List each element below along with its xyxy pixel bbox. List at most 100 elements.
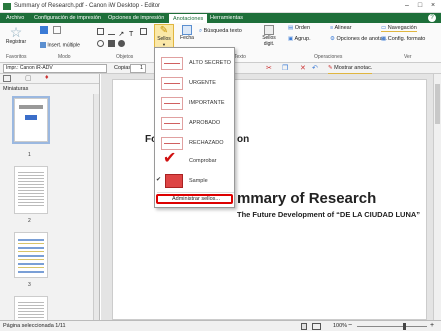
find-text-button[interactable]: ⌕ Búsqueda texto (199, 28, 242, 35)
order-label: Orden (294, 25, 311, 31)
minimize-icon[interactable]: – (400, 1, 414, 11)
status-bar: Página seleccionada 1/11 100% − + (0, 320, 441, 331)
scissors-icon[interactable]: ✂ (266, 64, 272, 72)
tab-herramientas[interactable]: Herramientas (206, 13, 247, 23)
stamp-preview-icon (161, 97, 183, 110)
stamp-item-urgente[interactable]: URGENTE (157, 74, 234, 93)
doc-heading-partial-2: on (237, 134, 250, 145)
printer-select[interactable]: Impr.: Canon iR-ADV (3, 64, 107, 73)
insert-multiple-button[interactable]: Insert. múltiple (40, 42, 80, 48)
stamp-item-label: Comprobar (189, 158, 217, 164)
stamp-item-aprobado[interactable]: APROBADO (157, 114, 234, 133)
stamps-button[interactable]: ✎ Sellos ▼ (154, 24, 174, 48)
delete-icon[interactable]: ✕ (300, 64, 306, 72)
insert-icon (40, 42, 46, 48)
digital-stamps-label: Sellos digit. (262, 35, 276, 47)
register-button[interactable]: ☆ Registrar (4, 25, 28, 45)
register-label: Registrar (5, 39, 27, 45)
fill-circle-icon[interactable] (118, 40, 126, 47)
arrow-icon[interactable]: ↗ (118, 31, 125, 38)
stamp-item-importante[interactable]: IMPORTANTE (157, 94, 234, 113)
zoom-slider-handle[interactable] (403, 323, 406, 330)
date-button[interactable]: Fecha (178, 25, 196, 41)
align-button[interactable]: ≡ Alinear (330, 25, 352, 31)
line-icon[interactable] (107, 28, 115, 35)
sidebar-tabs: ▢ ♦ (0, 74, 99, 84)
tab-anotaciones[interactable]: Anotaciones (168, 13, 209, 23)
checked-icon: ✔ (156, 177, 162, 183)
stamp-item-label: APROBADO (189, 120, 221, 126)
format-icon: ▦ (381, 36, 387, 42)
thumbnail-content (19, 105, 43, 109)
rect-icon[interactable] (139, 28, 147, 35)
thumbnail-sidebar: ▢ ♦ Miniaturas 1 2 3 (0, 74, 100, 320)
two-page-view-icon[interactable] (312, 323, 321, 330)
tab-config-impresion[interactable]: Configuración de impresión (30, 13, 105, 23)
find-text-label: Búsqueda texto (203, 28, 242, 34)
thumbnail-content (18, 236, 44, 274)
show-annotations-toggle[interactable]: ✎ Mostrar anotac. (328, 64, 373, 74)
group-view: Ver (404, 54, 412, 60)
checkmark-stamp-icon: ✔ (163, 150, 177, 167)
doc-title: mmary of Research (237, 190, 377, 207)
window-title: Summary of Research.pdf - Canon iW Deskt… (14, 3, 161, 9)
close-icon[interactable]: × (426, 1, 440, 11)
tab-archivo[interactable]: Archivo (2, 13, 28, 23)
thumbnail-page-1[interactable] (12, 96, 50, 144)
order-icon: ▤ (288, 25, 294, 31)
sidebar-scroll[interactable] (93, 94, 99, 320)
vertical-scrollbar[interactable] (433, 74, 441, 320)
digital-stamps-button[interactable]: Sellos digit. (258, 25, 280, 47)
single-page-view-icon[interactable] (301, 323, 307, 330)
object-tools: ↗ T (96, 27, 148, 50)
text-icon[interactable]: T (129, 31, 136, 38)
annotation-icon: ✎ (328, 65, 333, 71)
annot-options-button[interactable]: ⚙ Opciones de anotac. (330, 36, 387, 42)
group-button[interactable]: ▣ Agrup. (288, 36, 311, 42)
stamp-item-label: IMPORTANTE (189, 100, 225, 106)
undo-icon[interactable]: ↶ (312, 64, 318, 72)
thumbnails-tab-icon[interactable] (3, 75, 11, 82)
thumbnail-content (18, 170, 44, 208)
date-label: Fecha (180, 35, 194, 41)
stamp-item-comprobar[interactable]: ✔ Comprobar (157, 150, 234, 171)
stamp-item-alto-secreto[interactable]: ALTO SECRETO (157, 54, 234, 73)
menu-separator (157, 192, 234, 193)
format-config-button[interactable]: ▦ Config. formato (381, 36, 425, 42)
manage-stamps-label: Administrar sellos... (172, 196, 220, 202)
bookmark-tab-icon[interactable]: ♦ (45, 74, 49, 81)
fill-rect-icon[interactable] (107, 40, 115, 47)
tab-opciones-impresion[interactable]: Opciones de impresión (104, 13, 168, 23)
navigation-label: Navegación (387, 25, 417, 31)
scroll-thumb[interactable] (435, 84, 440, 124)
thumbnail-page-3[interactable] (14, 232, 48, 278)
thumbnail-page-2[interactable] (14, 166, 48, 214)
circle-icon[interactable] (97, 40, 104, 47)
zoom-in-icon[interactable]: + (430, 321, 434, 331)
group-operations: Operaciones (314, 54, 343, 60)
manage-stamps-menu-item[interactable]: Administrar sellos... (156, 194, 233, 204)
stamp-item-sample[interactable]: ✔ Sample (156, 172, 234, 191)
mode-icons (40, 26, 61, 36)
options-icon: ⚙ (330, 36, 335, 42)
zoom-out-icon[interactable]: − (348, 321, 352, 331)
copies-input[interactable]: 1 (130, 64, 146, 73)
hand-icon[interactable] (52, 26, 61, 34)
align-label: Alinear (334, 25, 352, 31)
show-annotations-label: Mostrar anotac. (334, 65, 373, 71)
order-button[interactable]: ▤ Orden (288, 25, 310, 31)
annot-options-label: Opciones de anotac. (336, 36, 387, 42)
copy-icon[interactable]: ❐ (282, 64, 288, 72)
stamp-preview-icon (161, 117, 183, 130)
selected-page-status: Página seleccionada 1/11 (3, 323, 66, 329)
thumbnail-page-4[interactable] (14, 296, 48, 320)
navigation-button[interactable]: ▭ Navegación (381, 25, 417, 32)
thumbnail-number: 1 (28, 152, 31, 158)
maximize-icon[interactable]: □ (413, 1, 427, 11)
zoom-slider[interactable] (357, 323, 427, 330)
pen-icon[interactable] (97, 28, 104, 35)
thumbnail-number: 2 (28, 218, 31, 224)
pointer-icon[interactable] (40, 26, 48, 34)
comments-tab-icon[interactable]: ▢ (25, 74, 32, 82)
help-icon[interactable]: ? (428, 14, 436, 22)
